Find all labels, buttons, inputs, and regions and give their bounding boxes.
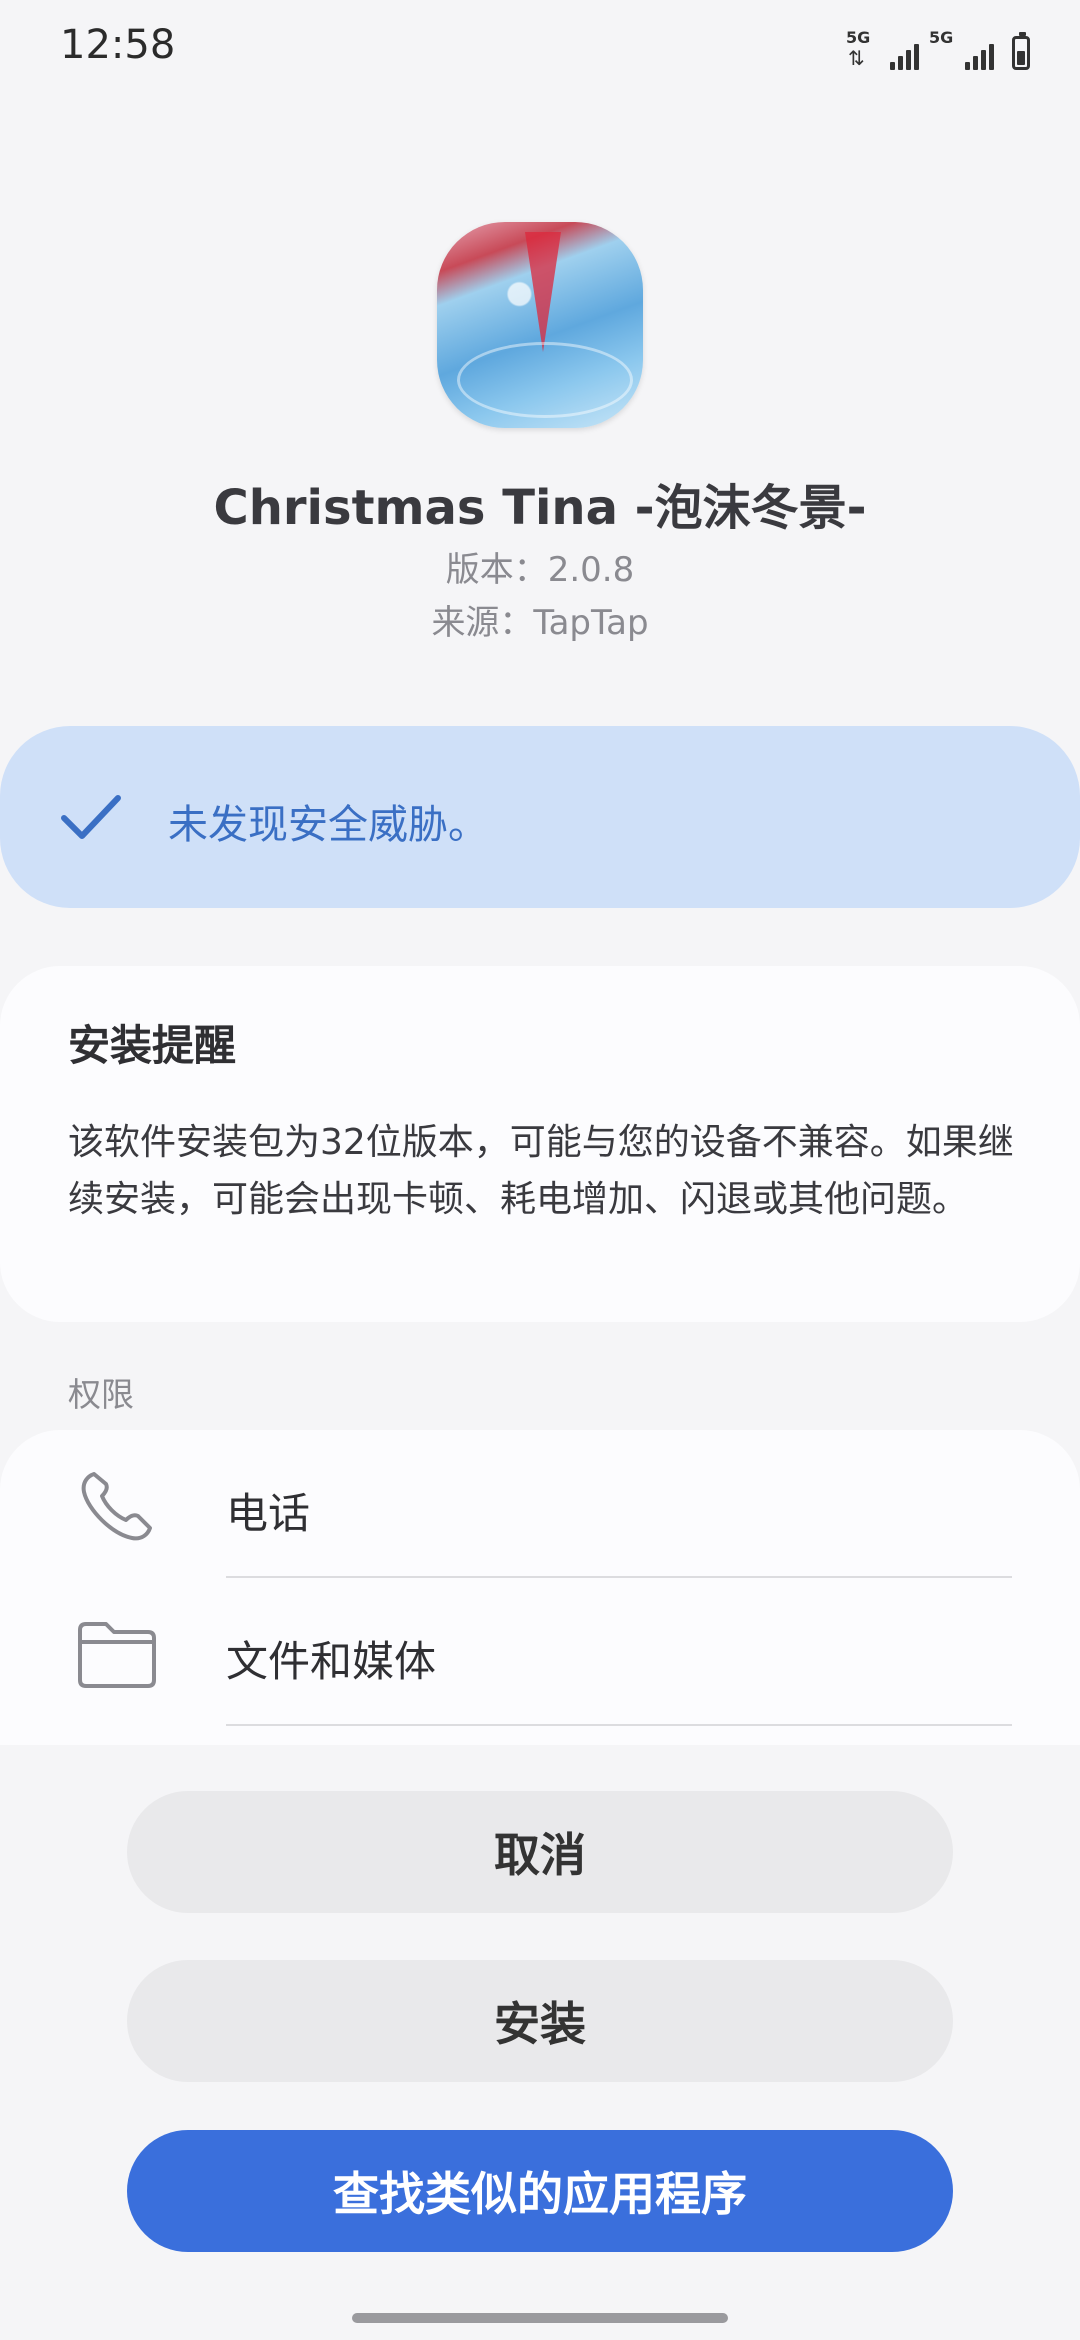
permissions-label: 权限 [68,1375,134,1414]
permission-label-phone: 电话 [226,1489,311,1538]
install-reminder-card: 安装提醒 该软件安装包为32位版本，可能与您的设备不兼容。如果继续安装，可能会出… [0,966,1080,1322]
check-icon [61,795,121,839]
app-source: 来源：TapTap [431,603,649,643]
status-time: 12:58 [60,22,176,68]
battery-icon [1012,32,1030,70]
security-message: 未发现安全威胁。 [168,802,488,848]
find-similar-apps-button[interactable]: 查找类似的应用程序 [127,2130,953,2252]
app-name: Christmas Tina -泡沫冬景- [213,480,867,536]
network-5g-icon-2: 5G [929,28,954,47]
security-banner: 未发现安全威胁。 [0,726,1080,908]
reminder-body: 该软件安装包为32位版本，可能与您的设备不兼容。如果继续安装，可能会出现卡顿、耗… [68,1122,1014,1220]
network-5g-icon: 5G ⇅ [846,28,871,70]
cancel-button[interactable]: 取消 [127,1791,953,1913]
folder-icon [78,1622,156,1688]
phone-icon [81,1472,152,1541]
signal-icon-2 [965,36,994,70]
app-icon [437,222,643,428]
permissions-list: 电话 文件和媒体 [0,1430,1080,1790]
permission-item-files[interactable]: 文件和媒体 [0,1578,1080,1726]
home-indicator[interactable] [352,2313,728,2323]
signal-icon [890,36,919,70]
reminder-title: 安装提醒 [68,1021,237,1070]
divider [226,1724,1012,1726]
permission-item-phone[interactable]: 电话 [0,1430,1080,1578]
status-bar: 12:58 5G ⇅ 5G [0,0,1080,100]
permission-label-files: 文件和媒体 [226,1637,437,1686]
status-icons: 5G ⇅ 5G [846,30,1030,70]
install-button[interactable]: 安装 [127,1960,953,2082]
app-version: 版本：2.0.8 [445,550,635,590]
